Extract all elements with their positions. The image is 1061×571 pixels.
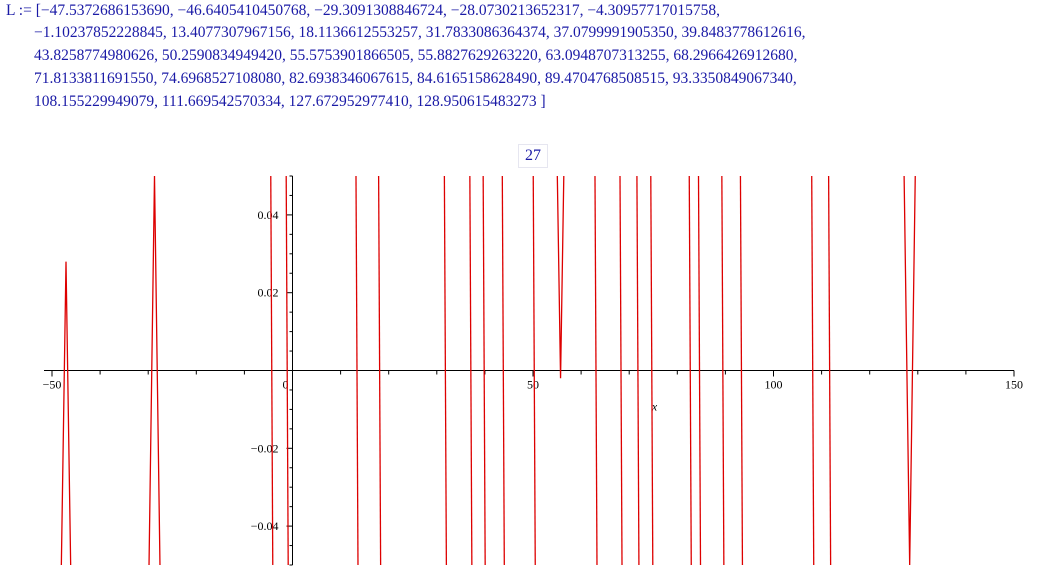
- output-line-5: 108.155229949079, 111.669542570334, 127.…: [34, 93, 546, 110]
- y-tick-label: −0.02: [251, 441, 279, 455]
- y-tick-label: 0.04: [258, 208, 279, 222]
- x-tick-label: −50: [43, 378, 62, 392]
- maple-output: L := [−47.5372686153690, −46.64054104507…: [0, 0, 1061, 140]
- x-tick-label: 50: [527, 378, 539, 392]
- root-count-output: 27: [518, 144, 548, 168]
- output-line-3: 43.8258774980626, 50.2590834949420, 55.5…: [34, 47, 798, 64]
- output-line-2: −1.10237852228845, 13.4077307967156, 18.…: [34, 24, 806, 41]
- output-line-4: 71.8133811691550, 74.6968527108080, 82.6…: [34, 70, 797, 87]
- y-tick-label: 0.02: [258, 286, 279, 300]
- x-tick-label: 150: [1005, 378, 1023, 392]
- curve-peak: [60, 261, 72, 566]
- curve-peak: [556, 175, 565, 379]
- plot-canvas[interactable]: −50 0 50 100 150−0.04−0.020.020.04x: [0, 170, 1061, 571]
- y-tick-label: −0.04: [251, 519, 279, 533]
- x-tick-label: 100: [765, 378, 783, 392]
- output-line-1: L := [−47.5372686153690, −46.64054104507…: [6, 2, 721, 19]
